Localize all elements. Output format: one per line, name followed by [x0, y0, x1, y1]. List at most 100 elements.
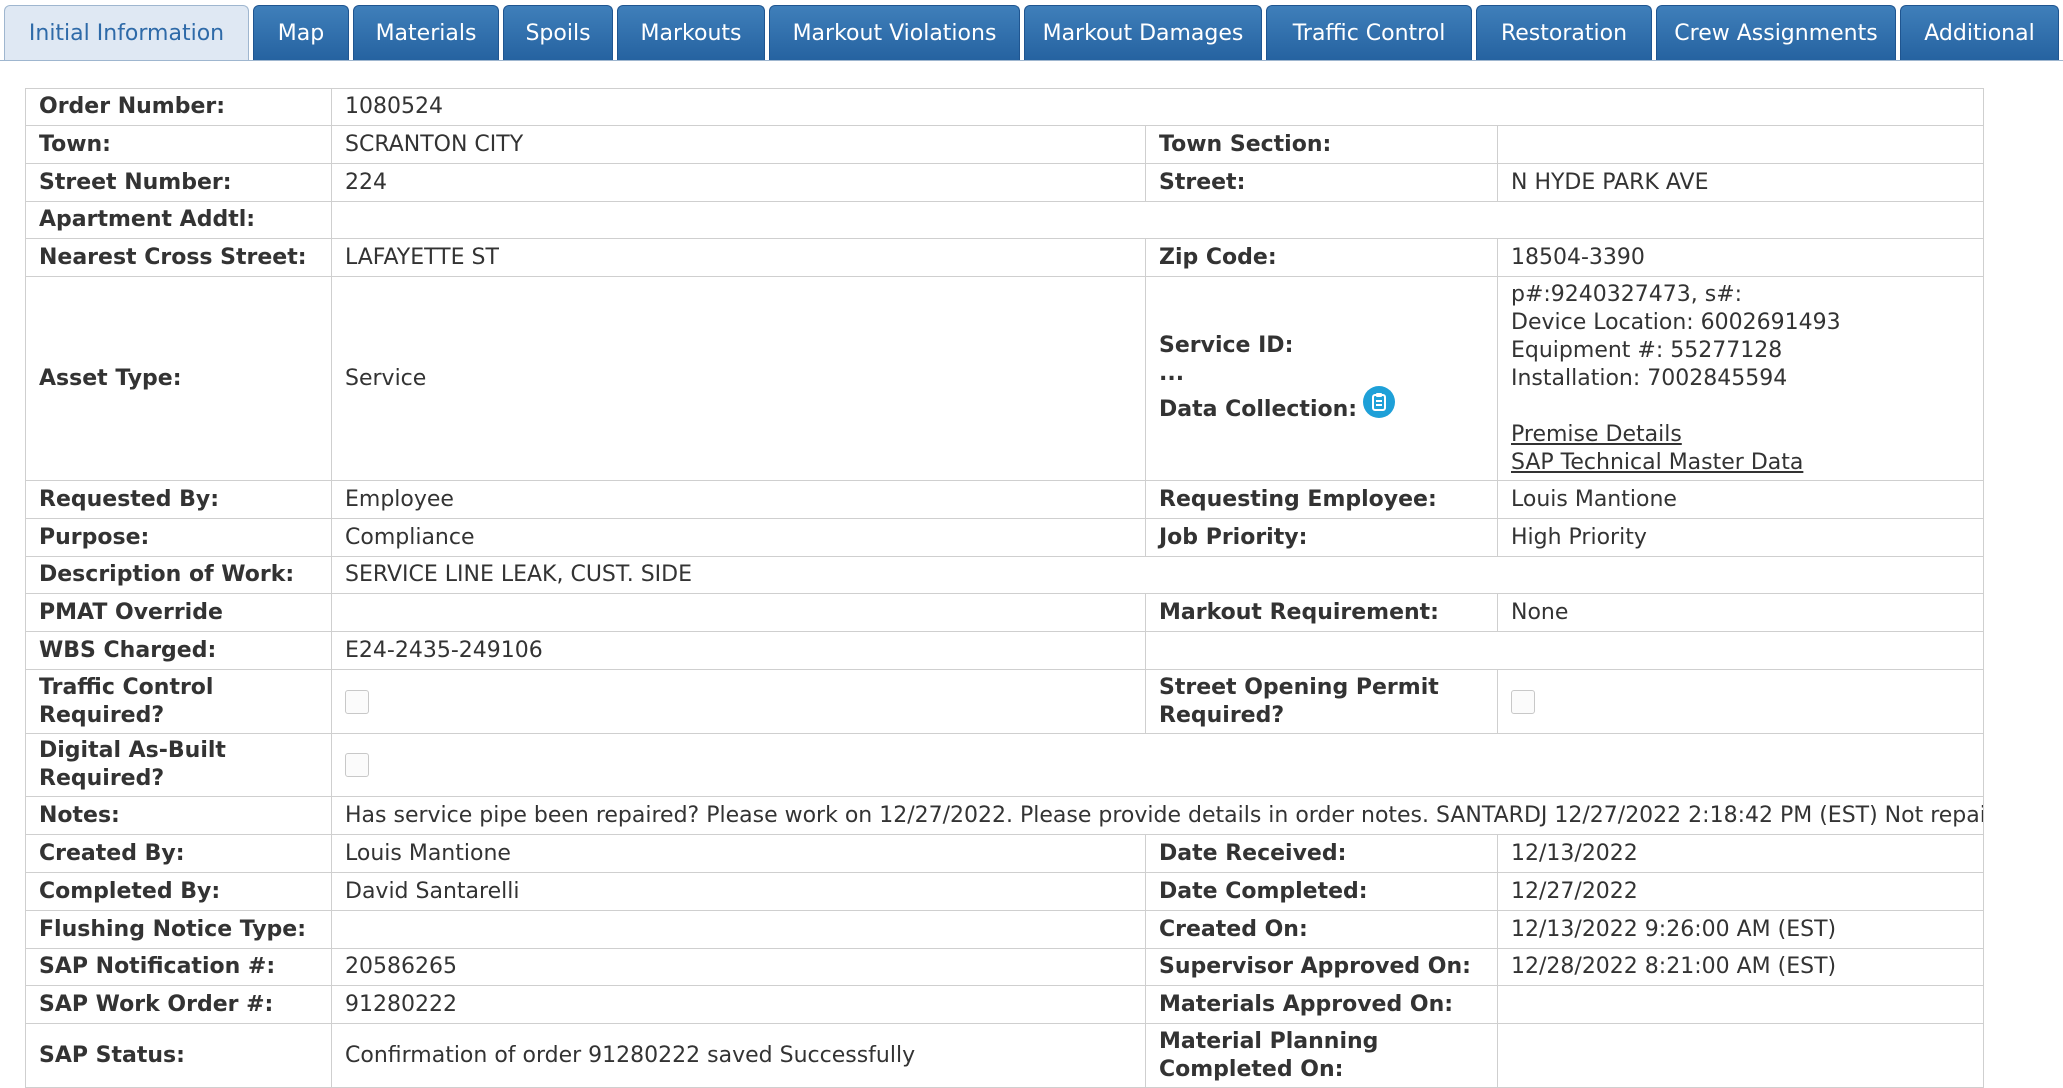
service-line-3: Equipment #: 55277128	[1511, 338, 1783, 363]
description-label: Description of Work:	[25, 556, 332, 594]
tab-bar: Initial Information Map Materials Spoils…	[4, 5, 2063, 61]
clipboard-icon[interactable]	[1363, 385, 1396, 418]
wbs-charged-value: E24-2435-249106	[331, 631, 1146, 670]
wbs-charged-label: WBS Charged:	[25, 631, 332, 670]
table-row: Asset Type: Service Service ID: ... Data…	[25, 276, 1985, 481]
pmat-override-value	[331, 593, 1146, 632]
service-line-4: Installation: 7002845594	[1511, 366, 1788, 391]
table-row: SAP Status: Confirmation of order 912802…	[25, 1023, 1985, 1088]
tab-traffic-control[interactable]: Traffic Control	[1266, 5, 1472, 61]
town-section-label: Town Section:	[1145, 125, 1498, 164]
table-row: Street Number: 224 Street: N HYDE PARK A…	[25, 163, 1985, 202]
street-number-label: Street Number:	[25, 163, 332, 202]
zip-label: Zip Code:	[1145, 238, 1498, 277]
date-completed-value: 12/27/2022	[1496, 872, 1985, 911]
date-received-label: Date Received:	[1145, 834, 1498, 873]
traffic-control-label: Traffic Control Required?	[25, 669, 332, 734]
sap-work-order-label: SAP Work Order #:	[25, 985, 332, 1024]
asset-type-value: Service	[331, 276, 1146, 481]
order-number-label: Order Number:	[25, 88, 332, 126]
table-row: Flushing Notice Type: Created On: 12/13/…	[25, 910, 1985, 949]
service-id-label: Service ID:	[1159, 332, 1294, 358]
requesting-employee-label: Requesting Employee:	[1145, 480, 1498, 519]
service-id-ellipsis: ...	[1159, 360, 1185, 386]
apartment-label: Apartment Addtl:	[25, 201, 332, 239]
table-row: Created By: Louis Mantione Date Received…	[25, 834, 1985, 873]
markout-requirement-label: Markout Requirement:	[1145, 593, 1498, 632]
tab-additional[interactable]: Additional	[1900, 5, 2059, 61]
street-opening-permit-checkbox[interactable]	[1511, 689, 1535, 714]
apartment-value	[330, 201, 1985, 239]
requested-by-label: Requested By:	[25, 480, 332, 519]
service-spacer	[1511, 393, 1970, 421]
tab-markouts[interactable]: Markouts	[617, 5, 765, 61]
requested-by-value: Employee	[331, 480, 1146, 519]
job-priority-label: Job Priority:	[1145, 518, 1498, 557]
completed-by-value: David Santarelli	[331, 872, 1146, 911]
requesting-employee-value: Louis Mantione	[1496, 480, 1985, 519]
supervisor-approved-label: Supervisor Approved On:	[1145, 948, 1498, 986]
sap-technical-master-data-link[interactable]: SAP Technical Master Data	[1511, 450, 1803, 475]
order-info-table: Order Number: 1080524 Town: SCRANTON CIT…	[25, 88, 1985, 1088]
table-row: WBS Charged: E24-2435-249106	[25, 631, 1985, 670]
premise-details-link[interactable]: Premise Details	[1511, 422, 1682, 447]
notes-label: Notes:	[25, 796, 332, 835]
wbs-empty-cell	[1144, 631, 1985, 670]
pmat-override-label: PMAT Override	[25, 593, 332, 632]
town-label: Town:	[25, 125, 332, 164]
material-planning-label: Material Planning Completed On:	[1145, 1023, 1498, 1088]
supervisor-approved-value: 12/28/2022 8:21:00 AM (EST)	[1496, 948, 1985, 986]
table-row: Completed By: David Santarelli Date Comp…	[25, 872, 1985, 911]
tab-map[interactable]: Map	[253, 5, 349, 61]
sap-notification-value: 20586265	[331, 948, 1146, 986]
tab-markout-damages[interactable]: Markout Damages	[1024, 5, 1262, 61]
job-priority-value: High Priority	[1496, 518, 1985, 557]
purpose-value: Compliance	[331, 518, 1146, 557]
table-row: Requested By: Employee Requesting Employ…	[25, 480, 1985, 519]
tab-markout-violations[interactable]: Markout Violations	[769, 5, 1020, 61]
table-row: Town: SCRANTON CITY Town Section:	[25, 125, 1985, 164]
order-number-value: 1080524	[330, 88, 1985, 126]
data-collection-label: Data Collection:	[1159, 396, 1358, 422]
notes-value: Has service pipe been repaired? Please w…	[330, 796, 1985, 835]
material-planning-value	[1496, 1023, 1985, 1088]
street-label: Street:	[1145, 163, 1498, 202]
traffic-control-cell	[331, 669, 1146, 734]
asset-type-label: Asset Type:	[25, 276, 332, 481]
traffic-control-checkbox[interactable]	[345, 689, 369, 714]
table-row: PMAT Override Markout Requirement: None	[25, 593, 1985, 632]
digital-asbuilt-label: Digital As-Built Required?	[25, 733, 332, 797]
sap-status-label: SAP Status:	[25, 1023, 332, 1088]
created-by-value: Louis Mantione	[331, 834, 1146, 873]
service-line-1: p#:9240327473, s#:	[1511, 282, 1743, 307]
data-collection-row: Data Collection:	[1159, 385, 1484, 426]
table-row: Notes: Has service pipe been repaired? P…	[25, 796, 1985, 835]
markout-requirement-value: None	[1496, 593, 1985, 632]
table-row: Apartment Addtl:	[25, 201, 1985, 239]
tab-crew-assignments[interactable]: Crew Assignments	[1656, 5, 1896, 61]
street-opening-permit-cell	[1496, 669, 1985, 734]
date-completed-label: Date Completed:	[1145, 872, 1498, 911]
tab-initial-information[interactable]: Initial Information	[4, 5, 249, 61]
zip-value: 18504-3390	[1496, 238, 1985, 277]
street-opening-permit-label: Street Opening Permit Required?	[1145, 669, 1498, 734]
table-row: Nearest Cross Street: LAFAYETTE ST Zip C…	[25, 238, 1985, 277]
service-line-2: Device Location: 6002691493	[1511, 310, 1841, 335]
tab-restoration[interactable]: Restoration	[1476, 5, 1652, 61]
tab-spoils[interactable]: Spoils	[503, 5, 613, 61]
flushing-notice-label: Flushing Notice Type:	[25, 910, 332, 949]
town-section-value	[1496, 125, 1985, 164]
table-row: SAP Notification #: 20586265 Supervisor …	[25, 948, 1985, 986]
cross-street-label: Nearest Cross Street:	[25, 238, 332, 277]
cross-street-value: LAFAYETTE ST	[331, 238, 1146, 277]
created-on-value: 12/13/2022 9:26:00 AM (EST)	[1496, 910, 1985, 949]
table-row: Digital As-Built Required?	[25, 733, 1985, 797]
digital-asbuilt-checkbox[interactable]	[345, 753, 369, 777]
street-number-value: 224	[331, 163, 1146, 202]
sap-notification-label: SAP Notification #:	[25, 948, 332, 986]
tab-materials[interactable]: Materials	[353, 5, 499, 61]
purpose-label: Purpose:	[25, 518, 332, 557]
flushing-notice-value	[331, 910, 1146, 949]
date-received-value: 12/13/2022	[1496, 834, 1985, 873]
service-details-cell: p#:9240327473, s#: Device Location: 6002…	[1496, 276, 1985, 481]
